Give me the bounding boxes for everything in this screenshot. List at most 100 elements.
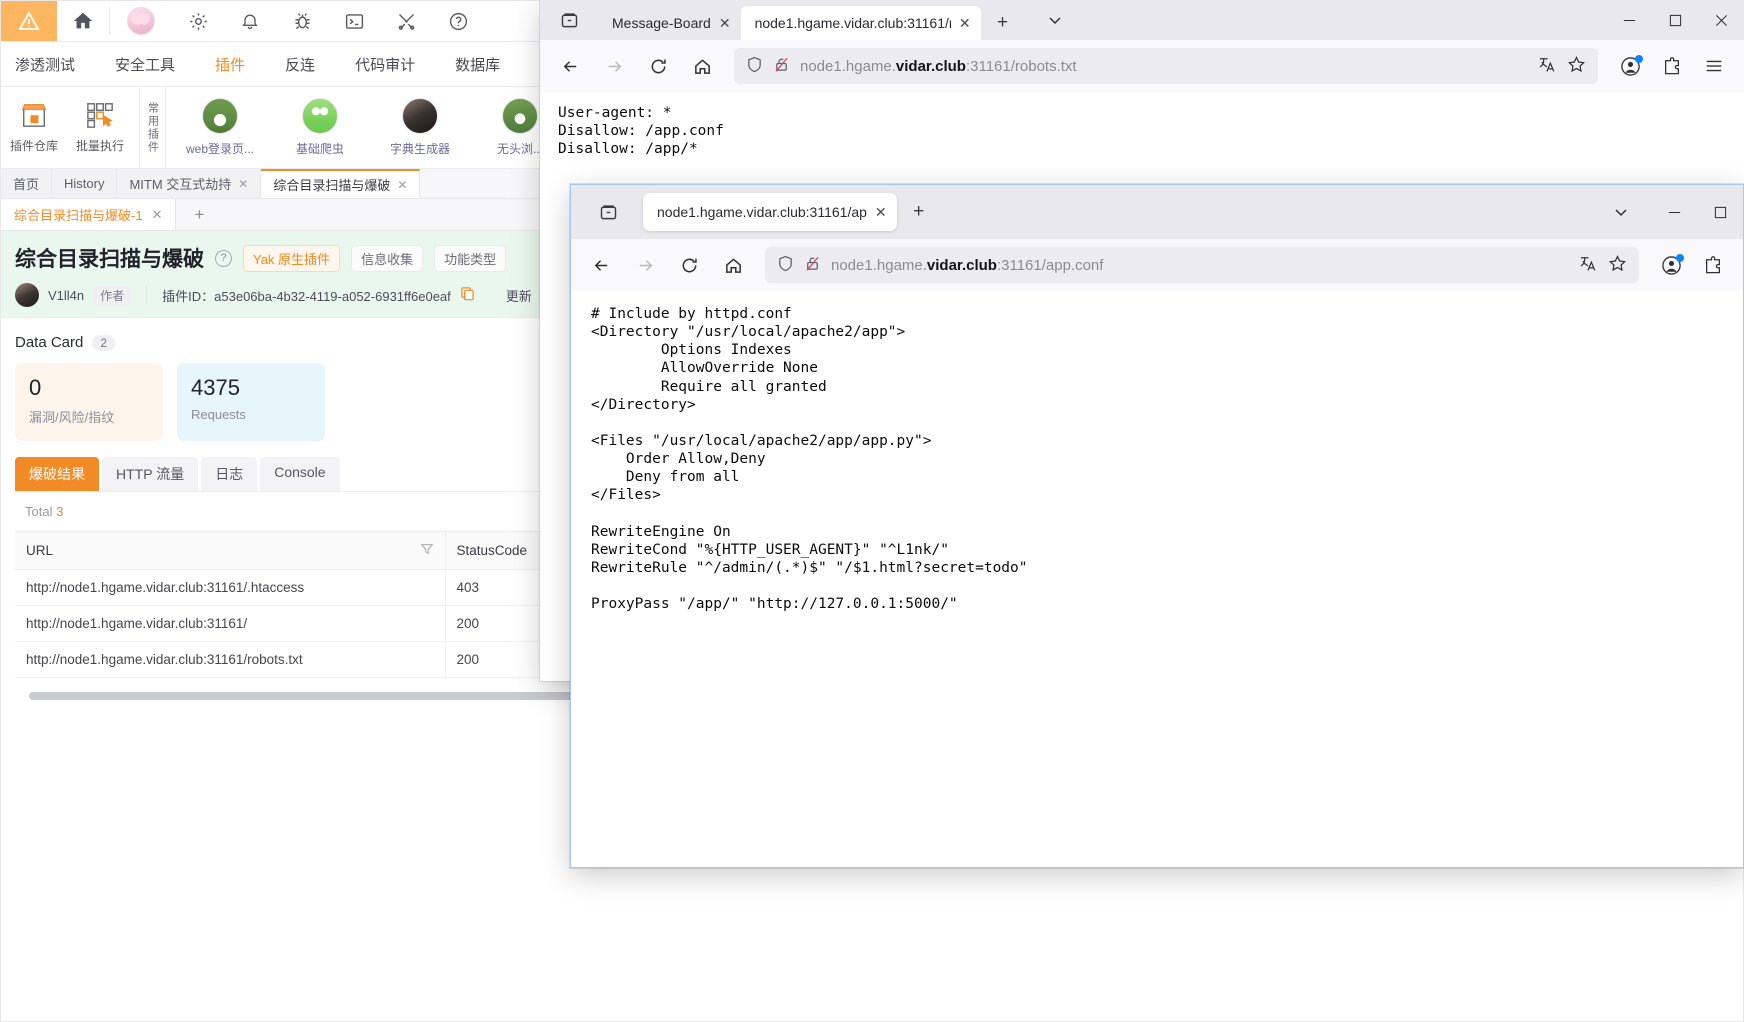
plugin-label: 基础爬虫 xyxy=(295,142,344,156)
tab-mitm[interactable]: MITM 交互式劫持 ✕ xyxy=(117,169,262,198)
data-card-requests[interactable]: 4375 Requests xyxy=(177,363,325,441)
home-icon[interactable] xyxy=(713,248,753,282)
shield-icon[interactable] xyxy=(777,255,794,276)
tools-icon[interactable] xyxy=(380,1,432,41)
close-icon[interactable]: ✕ xyxy=(397,178,407,192)
account-icon[interactable] xyxy=(1651,248,1691,282)
author-badge: 作者 xyxy=(93,284,132,306)
maximize-icon[interactable] xyxy=(1697,192,1743,232)
tab-logs[interactable]: 日志 xyxy=(201,457,258,491)
reload-icon[interactable] xyxy=(638,49,678,83)
tab-title: Message-Board xyxy=(612,15,711,31)
back-arrow-icon[interactable] xyxy=(581,248,621,282)
tab-title: node1.hgame.vidar.club:31161/ro xyxy=(754,15,951,31)
close-icon[interactable]: ✕ xyxy=(719,15,731,32)
minimize-icon[interactable] xyxy=(1651,192,1697,232)
url-bar[interactable]: node1.hgame.vidar.club:31161/app.conf xyxy=(765,247,1639,283)
lock-broken-icon[interactable] xyxy=(773,56,790,77)
menu-item-plugins[interactable]: 插件 xyxy=(215,54,245,75)
maximize-icon[interactable] xyxy=(1652,0,1698,40)
filter-icon[interactable] xyxy=(420,542,434,559)
bug-icon[interactable] xyxy=(276,1,328,41)
account-icon[interactable] xyxy=(1610,49,1650,83)
menu-item-code-audit[interactable]: 代码审计 xyxy=(355,54,415,75)
close-icon[interactable] xyxy=(1698,0,1744,40)
menu-item-pentest[interactable]: 渗透测试 xyxy=(15,54,75,75)
user-avatar[interactable] xyxy=(110,1,172,41)
reload-icon[interactable] xyxy=(669,248,709,282)
firefox-view-icon[interactable] xyxy=(579,192,637,232)
forward-arrow-icon[interactable] xyxy=(625,248,665,282)
shield-icon[interactable] xyxy=(746,56,763,77)
star-icon[interactable] xyxy=(1608,254,1627,277)
tab-title: node1.hgame.vidar.club:31161/ap xyxy=(657,204,867,220)
home-icon[interactable] xyxy=(682,49,722,83)
list-all-tabs-icon[interactable] xyxy=(1025,0,1085,40)
column-label: StatusCode xyxy=(456,543,528,558)
tab-history[interactable]: History xyxy=(52,169,118,198)
column-header-url[interactable]: URL xyxy=(15,531,446,570)
minimize-icon[interactable] xyxy=(1606,0,1652,40)
update-label[interactable]: 更新 xyxy=(506,286,532,305)
data-card-value: 4375 xyxy=(191,375,240,400)
menu-item-security-tools[interactable]: 安全工具 xyxy=(115,54,175,75)
browser-window-appconf: node1.hgame.vidar.club:31161/ap ✕ + node… xyxy=(570,184,1744,868)
tab-http-traffic[interactable]: HTTP 流量 xyxy=(102,457,199,491)
tab-label: 首页 xyxy=(13,177,40,192)
plugin-dict-generator[interactable]: 字典生成器 xyxy=(370,98,470,157)
subtab-dirscan-1[interactable]: 综合目录扫描与爆破-1 ✕ xyxy=(1,199,177,230)
browser1-nav-toolbar: node1.hgame.vidar.club:31161/robots.txt xyxy=(540,40,1744,92)
translate-icon[interactable] xyxy=(1538,55,1557,78)
warning-logo-icon[interactable] xyxy=(1,1,57,41)
bell-icon[interactable] xyxy=(224,1,276,41)
tab-home[interactable]: 首页 xyxy=(1,169,53,198)
data-card-vulnerabilities[interactable]: 0 漏洞/风险/指纹 xyxy=(15,363,163,441)
add-subtab-button[interactable]: + xyxy=(176,199,222,230)
home-icon[interactable] xyxy=(57,1,109,41)
plugin-avatar xyxy=(302,98,338,134)
copy-icon[interactable] xyxy=(460,286,475,304)
star-icon[interactable] xyxy=(1567,55,1586,78)
list-all-tabs-icon[interactable] xyxy=(1591,192,1651,232)
tab-label: History xyxy=(64,176,105,191)
subtab-label: 综合目录扫描与爆破-1 xyxy=(14,208,143,223)
translate-icon[interactable] xyxy=(1579,254,1598,277)
menu-item-database[interactable]: 数据库 xyxy=(455,54,500,75)
back-arrow-icon[interactable] xyxy=(550,49,590,83)
plugin-store-button[interactable]: 插件仓库 xyxy=(1,87,67,168)
data-card-value: 0 xyxy=(29,375,42,400)
tab-console[interactable]: Console xyxy=(260,457,340,491)
plugin-basic-crawler[interactable]: 基础爬虫 xyxy=(270,98,370,157)
help-icon[interactable] xyxy=(432,1,484,41)
forward-arrow-icon[interactable] xyxy=(594,49,634,83)
help-icon[interactable]: ? xyxy=(215,249,232,267)
close-icon[interactable]: ✕ xyxy=(238,177,248,191)
close-icon[interactable]: ✕ xyxy=(959,15,971,32)
plugin-store-label: 插件仓库 xyxy=(9,139,58,153)
browser2-tab-appconf[interactable]: node1.hgame.vidar.club:31161/ap ✕ xyxy=(643,193,897,231)
extensions-icon[interactable] xyxy=(1652,49,1692,83)
plugin-web-login[interactable]: web登录页... xyxy=(170,98,270,157)
gear-icon[interactable] xyxy=(172,1,224,41)
tab-dirscan[interactable]: 综合目录扫描与爆破 ✕ xyxy=(261,169,421,198)
terminal-icon[interactable] xyxy=(328,1,380,41)
browser1-tab-robots[interactable]: node1.hgame.vidar.club:31161/ro ✕ xyxy=(740,6,981,40)
firefox-view-icon[interactable] xyxy=(540,0,598,40)
menu-icon[interactable] xyxy=(1694,49,1734,83)
close-icon[interactable]: ✕ xyxy=(152,207,163,223)
cell-url: http://node1.hgame.vidar.club:31161/.hta… xyxy=(15,569,446,606)
new-tab-button[interactable]: + xyxy=(981,6,1025,40)
tag-function-type: 功能类型 xyxy=(434,244,507,272)
tab-brute-results[interactable]: 爆破结果 xyxy=(15,457,99,491)
close-icon[interactable]: ✕ xyxy=(875,204,887,221)
browser1-tab-message-board[interactable]: Message-Board ✕ xyxy=(598,6,741,40)
new-tab-button[interactable]: + xyxy=(897,195,941,229)
url-bar[interactable]: node1.hgame.vidar.club:31161/robots.txt xyxy=(734,48,1598,84)
cell-url: http://node1.hgame.vidar.club:31161/robo… xyxy=(15,641,446,678)
plugin-avatar xyxy=(402,98,438,134)
extensions-icon[interactable] xyxy=(1693,248,1733,282)
lock-broken-icon[interactable] xyxy=(804,255,821,276)
menu-item-reverse[interactable]: 反连 xyxy=(285,54,315,75)
url-text: node1.hgame.vidar.club:31161/robots.txt xyxy=(800,57,1077,75)
batch-execute-button[interactable]: 批量执行 xyxy=(67,87,133,168)
